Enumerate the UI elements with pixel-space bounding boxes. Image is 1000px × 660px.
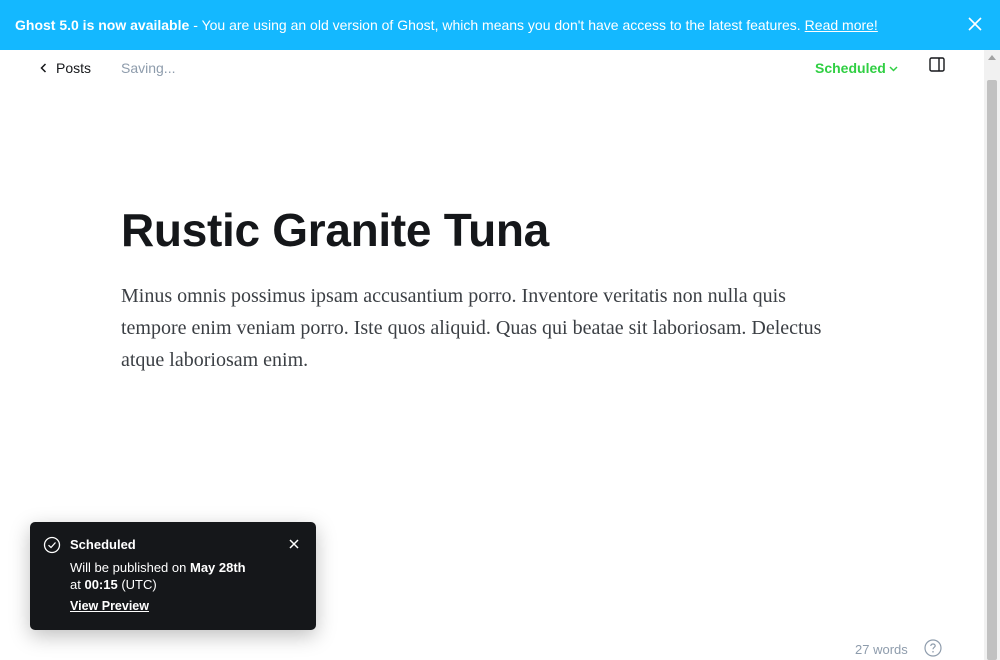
help-icon[interactable] xyxy=(924,639,942,657)
check-circle-icon xyxy=(43,536,61,554)
toast-time-prefix: at xyxy=(70,577,81,592)
toast-timezone: (UTC) xyxy=(121,577,157,592)
scheduled-toast: Scheduled Will be published on May 28th … xyxy=(30,522,316,630)
toast-date-line: Will be published on May 28th xyxy=(70,560,246,575)
back-label: Posts xyxy=(56,60,92,76)
banner-title: Ghost 5.0 is now available xyxy=(15,17,190,33)
save-status: Saving... xyxy=(121,60,176,76)
sidebar-toggle-icon[interactable] xyxy=(929,57,945,72)
toast-time: 00:15 xyxy=(84,577,118,592)
banner-read-more-link[interactable]: Read more! xyxy=(805,17,878,33)
chevron-down-icon xyxy=(889,66,898,72)
banner-message: - You are using an old version of Ghost,… xyxy=(193,17,801,33)
back-to-posts-button[interactable]: Posts xyxy=(40,58,91,78)
post-body[interactable]: Minus omnis possimus ipsam accusantium p… xyxy=(121,280,841,376)
upgrade-banner: Ghost 5.0 is now available - You are usi… xyxy=(0,0,1000,50)
scrollbar[interactable] xyxy=(984,50,1000,660)
toast-date: May 28th xyxy=(189,560,246,575)
close-icon[interactable] xyxy=(968,17,982,31)
chevron-left-icon xyxy=(40,63,47,73)
publish-state-label: Scheduled xyxy=(815,60,886,76)
toast-time-line: at 00:15 (UTC) xyxy=(70,577,157,592)
word-count: 27 words xyxy=(855,642,908,657)
toast-date-prefix: Will be published on xyxy=(70,560,187,575)
toast-title: Scheduled xyxy=(70,537,136,552)
close-icon[interactable] xyxy=(289,539,299,549)
view-preview-link[interactable]: View Preview xyxy=(70,599,149,613)
publish-menu-button[interactable]: Scheduled xyxy=(815,60,898,76)
scrollbar-thumb[interactable] xyxy=(987,80,997,660)
scroll-up-arrow-icon[interactable] xyxy=(988,55,996,60)
post-title[interactable]: Rustic Granite Tuna xyxy=(121,203,549,257)
